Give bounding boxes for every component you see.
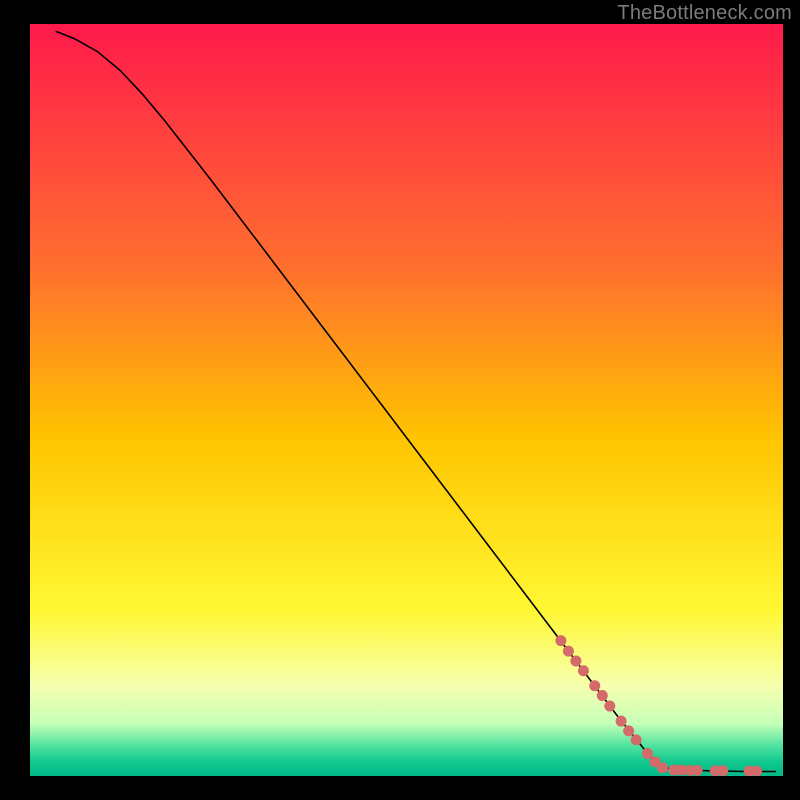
highlight-dot (555, 635, 566, 646)
highlight-dot (642, 748, 653, 759)
highlight-dot (631, 734, 642, 745)
highlight-dot (578, 665, 589, 676)
highlight-dot (604, 701, 615, 712)
highlight-dot (589, 680, 600, 691)
plot-svg (30, 24, 783, 776)
highlight-dot (616, 716, 627, 727)
highlight-dot (717, 765, 728, 776)
highlight-dot (657, 762, 668, 773)
gradient-background (30, 24, 783, 776)
plot-area (30, 24, 783, 776)
highlight-dot (570, 655, 581, 666)
chart-frame: TheBottleneck.com (0, 0, 800, 800)
watermark-text: TheBottleneck.com (617, 2, 792, 25)
highlight-dot (563, 646, 574, 657)
highlight-dot (692, 765, 703, 776)
highlight-dot (623, 725, 634, 736)
highlight-dot (597, 690, 608, 701)
